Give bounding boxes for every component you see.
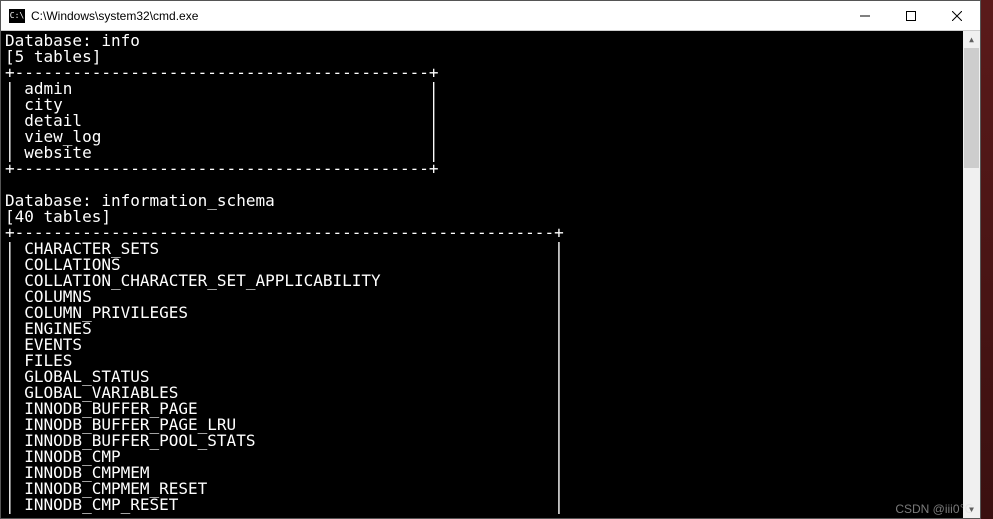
minimize-button[interactable] bbox=[842, 1, 888, 30]
background-edge bbox=[981, 0, 993, 519]
maximize-icon bbox=[906, 11, 916, 21]
cmd-icon: C:\ bbox=[9, 9, 25, 23]
terminal-output: Database: info [5 tables] +-------------… bbox=[1, 31, 963, 518]
minimize-icon bbox=[860, 11, 870, 21]
terminal-area[interactable]: Database: info [5 tables] +-------------… bbox=[1, 31, 980, 518]
scroll-up-button[interactable]: ▲ bbox=[963, 31, 980, 48]
maximize-button[interactable] bbox=[888, 1, 934, 30]
close-icon bbox=[952, 11, 962, 21]
scrollbar-thumb[interactable] bbox=[964, 48, 979, 168]
close-button[interactable] bbox=[934, 1, 980, 30]
titlebar[interactable]: C:\ C:\Windows\system32\cmd.exe bbox=[1, 1, 980, 31]
window-controls bbox=[842, 1, 980, 30]
watermark-text: CSDN @iii0℃ bbox=[895, 502, 973, 516]
cmd-window: C:\ C:\Windows\system32\cmd.exe Database… bbox=[0, 0, 981, 519]
vertical-scrollbar[interactable]: ▲ ▼ bbox=[963, 31, 980, 518]
window-title: C:\Windows\system32\cmd.exe bbox=[31, 9, 842, 23]
